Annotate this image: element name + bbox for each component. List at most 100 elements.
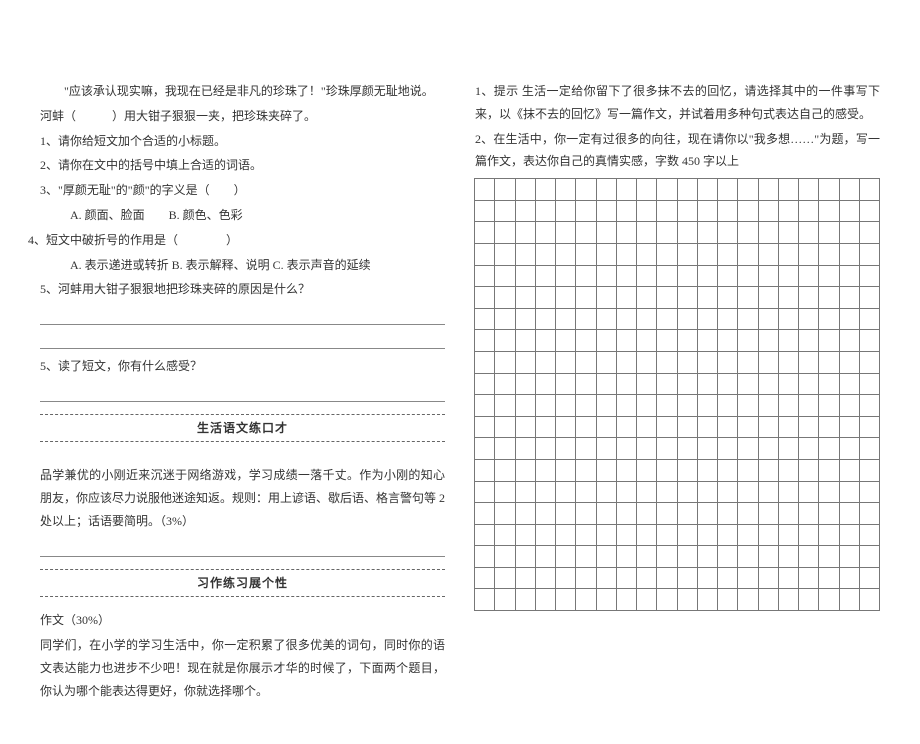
writing-grid-cell[interactable] bbox=[636, 308, 657, 331]
writing-grid-cell[interactable] bbox=[616, 286, 637, 309]
writing-grid-cell[interactable] bbox=[494, 459, 515, 482]
writing-grid-cell[interactable] bbox=[818, 221, 839, 244]
writing-grid-cell[interactable] bbox=[839, 545, 860, 568]
writing-grid-cell[interactable] bbox=[677, 178, 698, 201]
writing-grid-cell[interactable] bbox=[798, 481, 819, 504]
writing-grid-cell[interactable] bbox=[818, 178, 839, 201]
writing-grid-cell[interactable] bbox=[677, 481, 698, 504]
writing-grid-cell[interactable] bbox=[474, 545, 495, 568]
writing-grid-cell[interactable] bbox=[677, 567, 698, 590]
writing-grid-cell[interactable] bbox=[758, 200, 779, 223]
writing-grid-cell[interactable] bbox=[616, 373, 637, 396]
writing-grid-cell[interactable] bbox=[859, 481, 880, 504]
writing-grid-cell[interactable] bbox=[778, 200, 799, 223]
writing-grid-cell[interactable] bbox=[575, 524, 596, 547]
writing-grid-cell[interactable] bbox=[596, 243, 617, 266]
writing-grid-cell[interactable] bbox=[717, 394, 738, 417]
writing-grid-cell[interactable] bbox=[737, 221, 758, 244]
writing-grid-cell[interactable] bbox=[636, 545, 657, 568]
writing-grid-cell[interactable] bbox=[494, 588, 515, 611]
writing-grid-cell[interactable] bbox=[515, 394, 536, 417]
writing-grid-cell[interactable] bbox=[758, 481, 779, 504]
writing-grid-cell[interactable] bbox=[555, 394, 576, 417]
writing-grid-cell[interactable] bbox=[535, 373, 556, 396]
writing-grid-cell[interactable] bbox=[859, 588, 880, 611]
writing-grid-cell[interactable] bbox=[474, 437, 495, 460]
writing-grid-cell[interactable] bbox=[717, 200, 738, 223]
writing-grid-cell[interactable] bbox=[818, 265, 839, 288]
writing-grid-cell[interactable] bbox=[737, 373, 758, 396]
writing-grid-cell[interactable] bbox=[717, 416, 738, 439]
writing-grid-cell[interactable] bbox=[677, 200, 698, 223]
writing-grid-cell[interactable] bbox=[596, 524, 617, 547]
writing-grid-cell[interactable] bbox=[798, 459, 819, 482]
writing-grid-cell[interactable] bbox=[798, 394, 819, 417]
writing-grid-cell[interactable] bbox=[656, 545, 677, 568]
writing-grid-cell[interactable] bbox=[859, 200, 880, 223]
writing-grid-cell[interactable] bbox=[636, 394, 657, 417]
writing-grid-cell[interactable] bbox=[555, 373, 576, 396]
writing-grid-cell[interactable] bbox=[596, 545, 617, 568]
writing-grid-cell[interactable] bbox=[596, 265, 617, 288]
writing-grid-cell[interactable] bbox=[798, 308, 819, 331]
writing-grid-cell[interactable] bbox=[758, 588, 779, 611]
writing-grid-cell[interactable] bbox=[697, 351, 718, 374]
writing-grid-cell[interactable] bbox=[717, 459, 738, 482]
writing-grid-cell[interactable] bbox=[839, 437, 860, 460]
writing-grid-cell[interactable] bbox=[575, 481, 596, 504]
writing-grid-cell[interactable] bbox=[818, 373, 839, 396]
writing-grid-cell[interactable] bbox=[515, 373, 536, 396]
writing-grid-cell[interactable] bbox=[758, 178, 779, 201]
writing-grid-cell[interactable] bbox=[575, 308, 596, 331]
writing-grid-cell[interactable] bbox=[778, 286, 799, 309]
writing-grid-cell[interactable] bbox=[737, 286, 758, 309]
writing-grid-cell[interactable] bbox=[839, 481, 860, 504]
writing-grid-cell[interactable] bbox=[839, 200, 860, 223]
writing-grid-cell[interactable] bbox=[798, 265, 819, 288]
writing-grid-cell[interactable] bbox=[839, 567, 860, 590]
writing-grid-cell[interactable] bbox=[697, 459, 718, 482]
writing-grid-cell[interactable] bbox=[697, 221, 718, 244]
writing-grid-cell[interactable] bbox=[474, 567, 495, 590]
writing-grid-cell[interactable] bbox=[474, 373, 495, 396]
writing-grid-cell[interactable] bbox=[839, 394, 860, 417]
writing-grid-cell[interactable] bbox=[758, 329, 779, 352]
writing-grid-cell[interactable] bbox=[616, 178, 637, 201]
writing-grid-cell[interactable] bbox=[616, 265, 637, 288]
writing-grid-cell[interactable] bbox=[656, 329, 677, 352]
writing-grid-cell[interactable] bbox=[737, 545, 758, 568]
writing-grid-cell[interactable] bbox=[798, 416, 819, 439]
writing-grid-cell[interactable] bbox=[555, 200, 576, 223]
writing-grid-cell[interactable] bbox=[778, 524, 799, 547]
writing-grid-cell[interactable] bbox=[596, 394, 617, 417]
writing-grid-cell[interactable] bbox=[798, 351, 819, 374]
writing-grid-cell[interactable] bbox=[717, 437, 738, 460]
writing-grid-cell[interactable] bbox=[575, 329, 596, 352]
writing-grid-cell[interactable] bbox=[758, 373, 779, 396]
writing-grid-cell[interactable] bbox=[737, 329, 758, 352]
writing-grid-cell[interactable] bbox=[636, 481, 657, 504]
writing-grid-cell[interactable] bbox=[839, 286, 860, 309]
writing-grid-cell[interactable] bbox=[737, 200, 758, 223]
writing-grid-cell[interactable] bbox=[758, 394, 779, 417]
writing-grid-cell[interactable] bbox=[737, 416, 758, 439]
writing-grid-cell[interactable] bbox=[515, 588, 536, 611]
writing-grid-cell[interactable] bbox=[798, 178, 819, 201]
writing-grid-cell[interactable] bbox=[697, 502, 718, 525]
writing-grid-cell[interactable] bbox=[737, 308, 758, 331]
writing-grid-cell[interactable] bbox=[555, 329, 576, 352]
writing-grid-cell[interactable] bbox=[555, 178, 576, 201]
writing-grid-cell[interactable] bbox=[575, 459, 596, 482]
writing-grid-cell[interactable] bbox=[798, 373, 819, 396]
writing-grid-cell[interactable] bbox=[474, 221, 495, 244]
writing-grid-cell[interactable] bbox=[515, 481, 536, 504]
writing-grid-cell[interactable] bbox=[859, 459, 880, 482]
writing-grid-cell[interactable] bbox=[515, 308, 536, 331]
writing-grid-cell[interactable] bbox=[818, 481, 839, 504]
writing-grid-cell[interactable] bbox=[656, 502, 677, 525]
answer-line[interactable] bbox=[40, 331, 445, 349]
writing-grid-cell[interactable] bbox=[636, 524, 657, 547]
writing-grid-cell[interactable] bbox=[474, 265, 495, 288]
writing-grid-cell[interactable] bbox=[555, 416, 576, 439]
writing-grid-cell[interactable] bbox=[697, 588, 718, 611]
